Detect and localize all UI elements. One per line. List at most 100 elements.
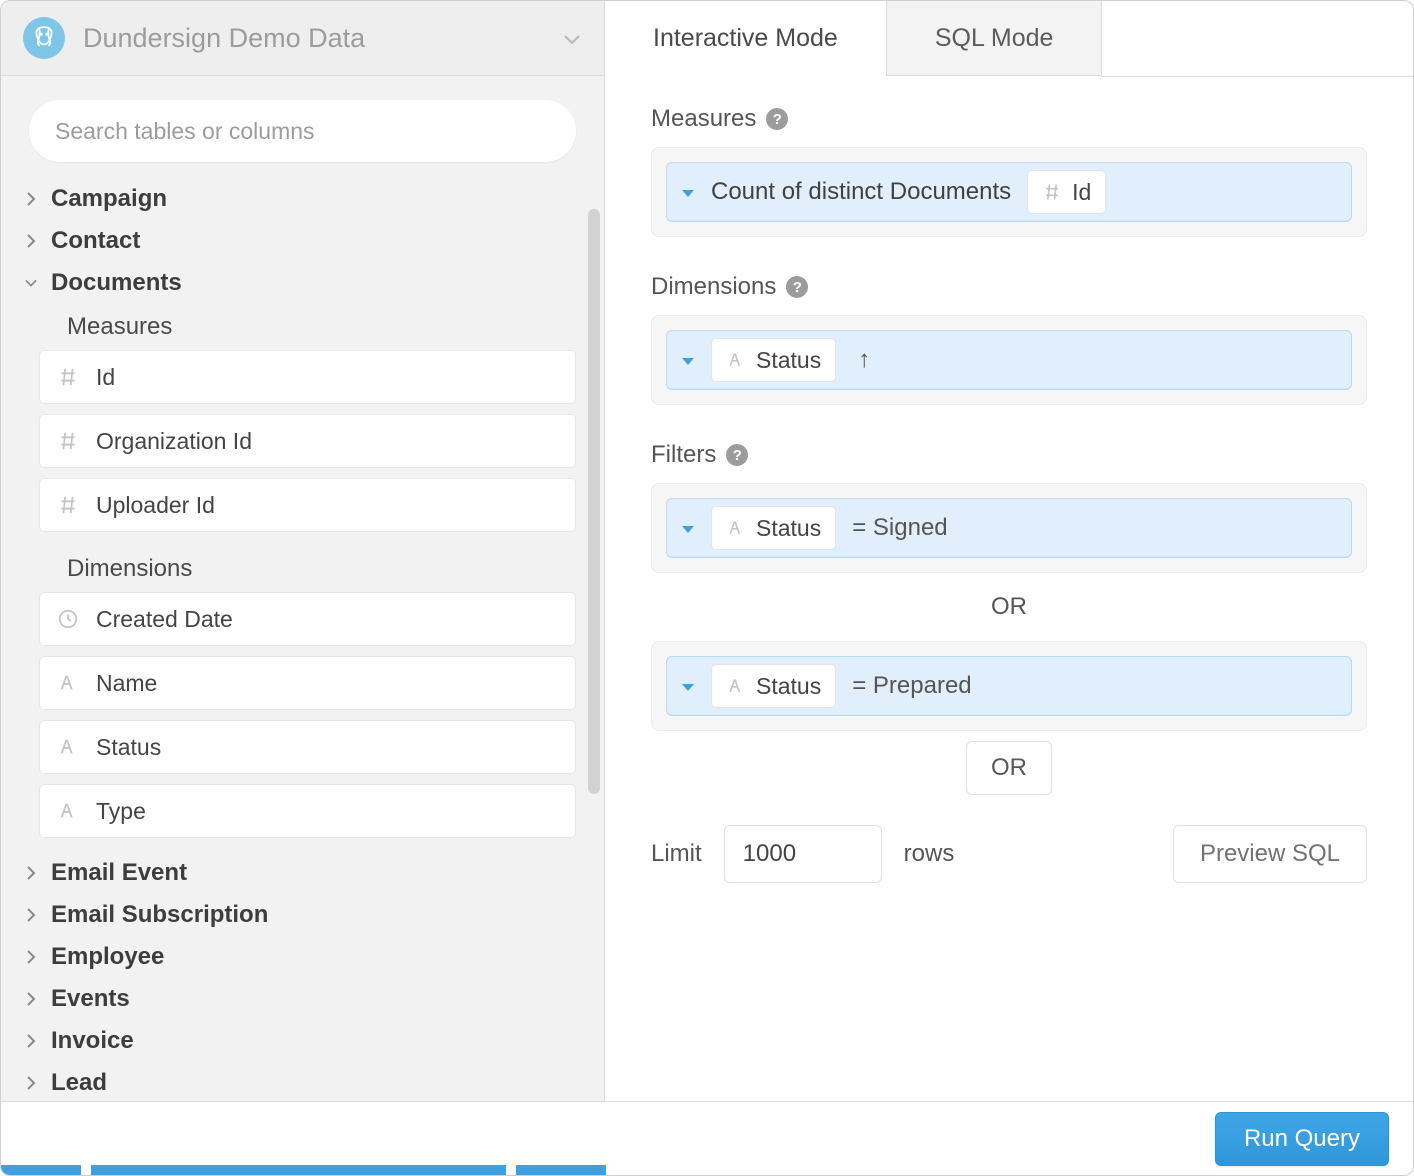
section-label: Filters	[651, 441, 716, 469]
footer: Run Query	[1, 1101, 1413, 1175]
tree-label: Documents	[51, 269, 182, 297]
field-label: Created Date	[96, 606, 233, 633]
filter-operator-value[interactable]: = Signed	[852, 514, 947, 542]
filter-field-chip[interactable]: Status	[711, 506, 836, 550]
dimension-field-chip[interactable]: Status	[711, 338, 836, 382]
tab-interactive-mode[interactable]: Interactive Mode	[605, 1, 886, 76]
field-id[interactable]: Id	[39, 350, 576, 404]
section-title-dimensions: Dimensions ?	[651, 273, 1367, 301]
tree-item-lead[interactable]: Lead	[23, 1062, 576, 1101]
dimensions-list: Created Date Name Status	[23, 592, 576, 852]
text-icon	[726, 676, 746, 696]
bottom-progress-strip	[1, 1165, 1413, 1175]
limit-input[interactable]	[724, 825, 882, 883]
help-icon[interactable]: ?	[726, 444, 748, 466]
chip-label: Id	[1072, 179, 1091, 206]
tree-item-campaign[interactable]: Campaign	[23, 178, 576, 220]
tree-label: Employee	[51, 943, 164, 971]
limit-label: Limit	[651, 840, 702, 868]
tree-item-email-subscription[interactable]: Email Subscription	[23, 894, 576, 936]
app-frame: Dundersign Demo Data Campaign	[0, 0, 1414, 1176]
search-wrap	[1, 76, 604, 178]
filter-dropzone-2[interactable]: Status = Prepared	[651, 641, 1367, 731]
datasource-selector[interactable]: Dundersign Demo Data	[1, 1, 604, 76]
search-input[interactable]	[29, 100, 576, 162]
tree-item-invoice[interactable]: Invoice	[23, 1020, 576, 1062]
help-icon[interactable]: ?	[766, 108, 788, 130]
dimensions-dropzone[interactable]: Status ↑	[651, 315, 1367, 405]
measure-field-chip[interactable]: Id	[1027, 170, 1106, 214]
tree-item-events[interactable]: Events	[23, 978, 576, 1020]
main-row: Dundersign Demo Data Campaign	[1, 1, 1413, 1101]
section-title-filters: Filters ?	[651, 441, 1367, 469]
measures-list: Id Organization Id Uploader Id	[23, 350, 576, 546]
add-or-group-button[interactable]: OR	[966, 741, 1052, 795]
mode-tabs: Interactive Mode SQL Mode	[605, 1, 1413, 77]
text-icon	[56, 672, 80, 694]
scrollbar-thumb[interactable]	[588, 209, 600, 794]
progress-seg	[1, 1165, 81, 1175]
field-label: Organization Id	[96, 428, 252, 455]
subhead-dimensions: Dimensions	[23, 546, 576, 592]
field-label: Status	[96, 734, 161, 761]
field-label: Uploader Id	[96, 492, 215, 519]
measure-pill[interactable]: Count of distinct Documents Id	[666, 162, 1352, 222]
subhead-measures: Measures	[23, 304, 576, 350]
field-label: Name	[96, 670, 157, 697]
hash-icon	[56, 494, 80, 516]
field-label: Type	[96, 798, 146, 825]
section-label: Measures	[651, 105, 756, 133]
tab-label: Interactive Mode	[653, 24, 838, 53]
caret-down-icon[interactable]	[681, 673, 695, 699]
chevron-right-icon	[23, 234, 39, 248]
limit-row: Limit rows Preview SQL	[651, 825, 1367, 883]
tree-item-documents[interactable]: Documents	[23, 262, 576, 304]
dimension-pill[interactable]: Status ↑	[666, 330, 1352, 390]
chevron-down-icon	[564, 25, 580, 51]
caret-down-icon[interactable]	[681, 179, 695, 205]
chevron-right-icon	[23, 1034, 39, 1048]
filter-or-separator: OR	[651, 573, 1367, 641]
limit-suffix: rows	[904, 840, 955, 868]
progress-seg	[91, 1165, 506, 1175]
field-status[interactable]: Status	[39, 720, 576, 774]
main-panel: Interactive Mode SQL Mode Measures ?	[605, 1, 1413, 1101]
tree-label: Invoice	[51, 1027, 134, 1055]
tree-item-employee[interactable]: Employee	[23, 936, 576, 978]
filter-dropzone-1[interactable]: Status = Signed	[651, 483, 1367, 573]
button-label: Preview SQL	[1200, 840, 1340, 867]
hash-icon	[56, 430, 80, 452]
sort-asc-icon[interactable]: ↑	[852, 346, 870, 374]
table-tree: Campaign Contact Documents Measures	[1, 178, 604, 1101]
measure-label: Count of distinct Documents	[711, 178, 1011, 206]
tabs-spacer	[1102, 1, 1413, 77]
help-icon[interactable]: ?	[786, 276, 808, 298]
field-organization-id[interactable]: Organization Id	[39, 414, 576, 468]
clock-icon	[56, 608, 80, 630]
caret-down-icon[interactable]	[681, 347, 695, 373]
measures-dropzone[interactable]: Count of distinct Documents Id	[651, 147, 1367, 237]
section-label: Dimensions	[651, 273, 776, 301]
caret-down-icon[interactable]	[681, 515, 695, 541]
filter-pill[interactable]: Status = Prepared	[666, 656, 1352, 716]
add-or-wrap: OR	[651, 741, 1367, 795]
chevron-right-icon	[23, 908, 39, 922]
field-uploader-id[interactable]: Uploader Id	[39, 478, 576, 532]
filter-field-chip[interactable]: Status	[711, 664, 836, 708]
text-icon	[726, 518, 746, 538]
field-name[interactable]: Name	[39, 656, 576, 710]
tree-label: Campaign	[51, 185, 167, 213]
chevron-down-icon	[23, 276, 39, 290]
tree-item-email-event[interactable]: Email Event	[23, 852, 576, 894]
tab-sql-mode[interactable]: SQL Mode	[886, 1, 1103, 76]
chip-label: Status	[756, 515, 821, 542]
chevron-right-icon	[23, 866, 39, 880]
query-builder: Measures ? Count of distinct Documents	[605, 77, 1413, 1101]
filter-pill[interactable]: Status = Signed	[666, 498, 1352, 558]
field-created-date[interactable]: Created Date	[39, 592, 576, 646]
tree-item-contact[interactable]: Contact	[23, 220, 576, 262]
run-query-button[interactable]: Run Query	[1215, 1112, 1389, 1166]
field-type[interactable]: Type	[39, 784, 576, 838]
preview-sql-button[interactable]: Preview SQL	[1173, 825, 1367, 883]
filter-operator-value[interactable]: = Prepared	[852, 672, 971, 700]
